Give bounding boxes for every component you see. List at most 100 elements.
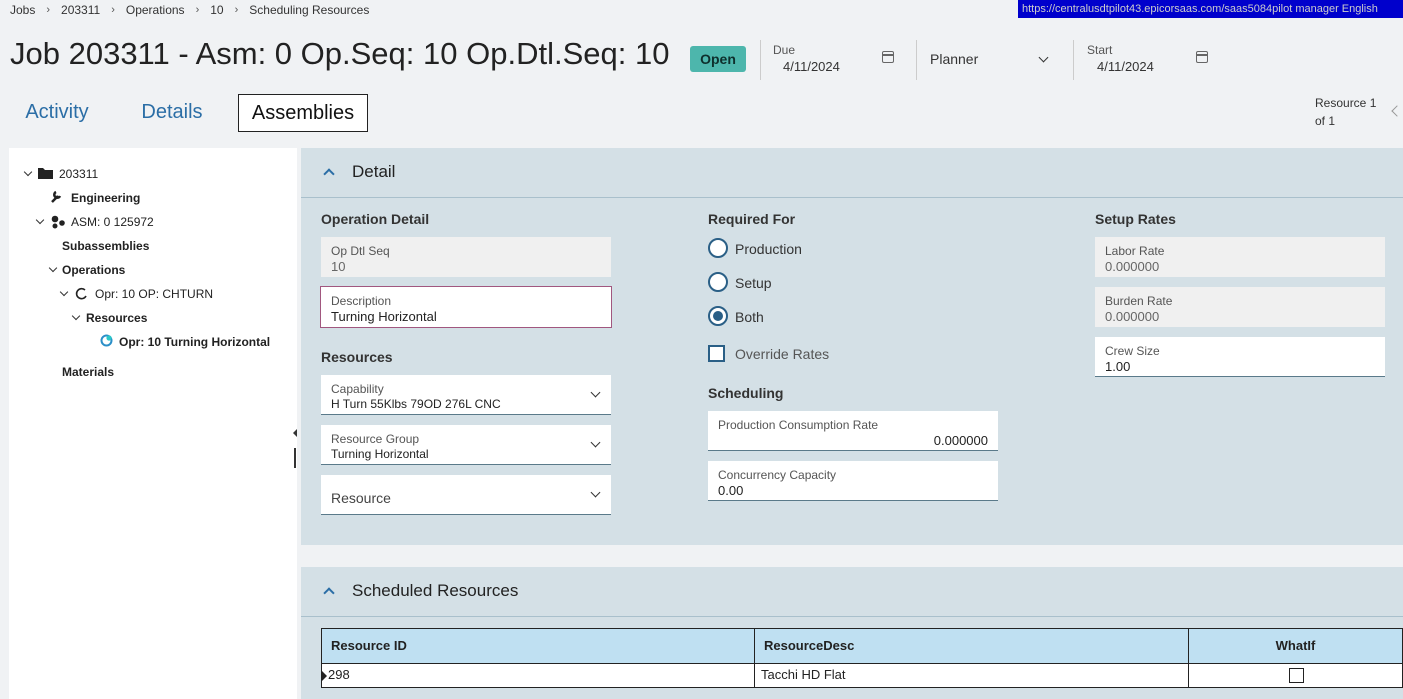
radio-label: Setup: [735, 275, 772, 291]
breadcrumb-operation[interactable]: 10: [210, 3, 223, 17]
scheduling-heading: Scheduling: [708, 385, 784, 401]
capability-dropdown[interactable]: Capability H Turn 55Klbs 79OD 276L CNC: [321, 375, 611, 415]
planner-dropdown[interactable]: Planner: [930, 51, 978, 67]
calendar-icon[interactable]: [882, 51, 894, 63]
wrench-icon: [51, 190, 62, 203]
chevron-down-icon[interactable]: [1038, 52, 1049, 63]
field-label: Description: [331, 294, 392, 308]
collapse-panel-icon[interactable]: [293, 429, 297, 437]
resource-group-dropdown[interactable]: Resource Group Turning Horizontal: [321, 425, 611, 465]
setup-rates-heading: Setup Rates: [1095, 211, 1176, 227]
folder-icon: [38, 168, 53, 179]
scheduled-title: Scheduled Resources: [352, 581, 519, 600]
breadcrumb-current: Scheduling Resources: [249, 3, 370, 17]
url-bar[interactable]: https://centralusdtpilot43.epicorsaas.co…: [1018, 0, 1403, 18]
chevron-down-icon[interactable]: [59, 287, 69, 297]
tree-node-materials[interactable]: Materials: [62, 365, 114, 379]
field-value[interactable]: 1.00: [1105, 359, 1130, 374]
tree-node-resource-selected[interactable]: Opr: 10 Turning Horizontal: [119, 335, 270, 349]
breadcrumb-operations[interactable]: Operations: [126, 3, 185, 17]
tab-activity[interactable]: Activity: [10, 94, 104, 132]
radio-both[interactable]: [708, 306, 728, 326]
due-label: Due: [773, 43, 796, 57]
table-cell-resource-desc[interactable]: Tacchi HD Flat: [754, 663, 1189, 688]
page-title: Job 203311 - Asm: 0 Op.Seq: 10 Op.Dtl.Se…: [10, 36, 670, 71]
field-value[interactable]: Turning Horizontal: [331, 309, 437, 324]
chevron-down-icon[interactable]: [71, 311, 81, 321]
required-for-heading: Required For: [708, 211, 796, 227]
tab-details[interactable]: Details: [125, 94, 219, 132]
splitter-handle[interactable]: [294, 448, 296, 468]
calendar-icon[interactable]: [1196, 51, 1208, 63]
table-cell-resource-id[interactable]: 298: [321, 663, 755, 688]
tree-node-operation[interactable]: Opr: 10 OP: CHTURN: [95, 287, 213, 301]
cell-value: 298: [328, 667, 350, 682]
tree-node-job[interactable]: 203311: [59, 167, 98, 181]
start-date-field[interactable]: 4/11/2024: [1097, 59, 1154, 74]
production-rate-field[interactable]: Production Consumption Rate 0.000000: [708, 411, 998, 451]
burden-rate-field: Burden Rate 0.000000: [1095, 287, 1385, 327]
field-value: Turning Horizontal: [331, 447, 429, 461]
row-selector-icon: [322, 671, 327, 681]
chevron-down-icon[interactable]: [590, 387, 601, 398]
start-label: Start: [1087, 43, 1113, 57]
column-header-whatif[interactable]: WhatIf: [1188, 628, 1403, 664]
tree-node-subassemblies[interactable]: Subassemblies: [62, 239, 149, 253]
scheduled-header[interactable]: Scheduled Resources: [301, 567, 1403, 617]
field-value[interactable]: 0.00: [718, 483, 743, 498]
operation-detail-heading: Operation Detail: [321, 211, 430, 227]
due-date-field[interactable]: 4/11/2024: [783, 59, 840, 74]
resource-dropdown[interactable]: Resource: [321, 475, 611, 515]
status-badge: Open: [690, 46, 746, 72]
column-header-resource-desc[interactable]: ResourceDesc: [754, 628, 1189, 664]
chevron-up-icon[interactable]: [323, 168, 335, 180]
tree-node-engineering[interactable]: Engineering: [71, 191, 140, 205]
radio-setup[interactable]: [708, 272, 728, 292]
field-label: Burden Rate: [1105, 294, 1173, 308]
chevron-down-icon[interactable]: [35, 215, 45, 225]
breadcrumb-separator-icon: ›: [111, 4, 115, 16]
field-value[interactable]: 0.000000: [934, 433, 988, 448]
tree-node-operations[interactable]: Operations: [62, 263, 125, 277]
override-rates-checkbox[interactable]: [708, 345, 725, 362]
scheduled-grid: Resource ID ResourceDesc WhatIf 298 Tacc…: [321, 628, 1403, 688]
field-value: 0.000000: [1105, 309, 1160, 324]
radio-label: Production: [735, 241, 802, 257]
chevron-down-icon[interactable]: [48, 263, 58, 273]
concurrency-field[interactable]: Concurrency Capacity 0.00: [708, 461, 998, 501]
chevron-up-icon[interactable]: [323, 587, 335, 599]
crew-size-field[interactable]: Crew Size 1.00: [1095, 337, 1385, 377]
tab-assemblies[interactable]: Assemblies: [238, 94, 368, 132]
chevron-down-icon[interactable]: [590, 437, 601, 448]
pager-total: of 1: [1315, 114, 1336, 128]
operation-icon: [75, 287, 87, 300]
pager-text: Resource 1: [1315, 96, 1377, 110]
radio-production[interactable]: [708, 238, 728, 258]
resources-heading: Resources: [321, 349, 393, 365]
chevron-down-icon[interactable]: [23, 167, 33, 177]
divider: [1073, 40, 1074, 80]
op-dtl-seq-field: Op Dtl Seq 10: [321, 237, 611, 277]
field-label: Op Dtl Seq: [331, 244, 390, 258]
column-header-resource-id[interactable]: Resource ID: [321, 628, 755, 664]
tree-panel: 203311 Engineering ASM: 0 125972 Subasse…: [9, 148, 297, 699]
breadcrumb-jobs[interactable]: Jobs: [10, 3, 35, 17]
breadcrumb-job[interactable]: 203311: [61, 3, 100, 17]
whatif-checkbox[interactable]: [1289, 668, 1304, 683]
field-label: Production Consumption Rate: [718, 418, 879, 432]
chevron-down-icon[interactable]: [590, 487, 601, 498]
field-label: Resource Group: [331, 432, 420, 446]
field-value: H Turn 55Klbs 79OD 276L CNC: [331, 397, 501, 411]
tree-node-resources[interactable]: Resources: [86, 311, 147, 325]
description-field[interactable]: Description Turning Horizontal: [320, 286, 612, 328]
breadcrumb: Jobs › 203311 › Operations › 10 › Scheduling…: [10, 3, 369, 17]
breadcrumb-separator-icon: ›: [46, 4, 51, 16]
field-value: 0.000000: [1105, 259, 1160, 274]
assembly-icon: [51, 215, 65, 229]
tree-node-assembly[interactable]: ASM: 0 125972: [71, 215, 154, 229]
labor-rate-field: Labor Rate 0.000000: [1095, 237, 1385, 277]
field-label: Resource: [331, 490, 391, 506]
breadcrumb-separator-icon: ›: [234, 4, 239, 16]
chevron-left-icon[interactable]: [1391, 105, 1403, 117]
detail-header[interactable]: Detail: [301, 148, 1403, 198]
